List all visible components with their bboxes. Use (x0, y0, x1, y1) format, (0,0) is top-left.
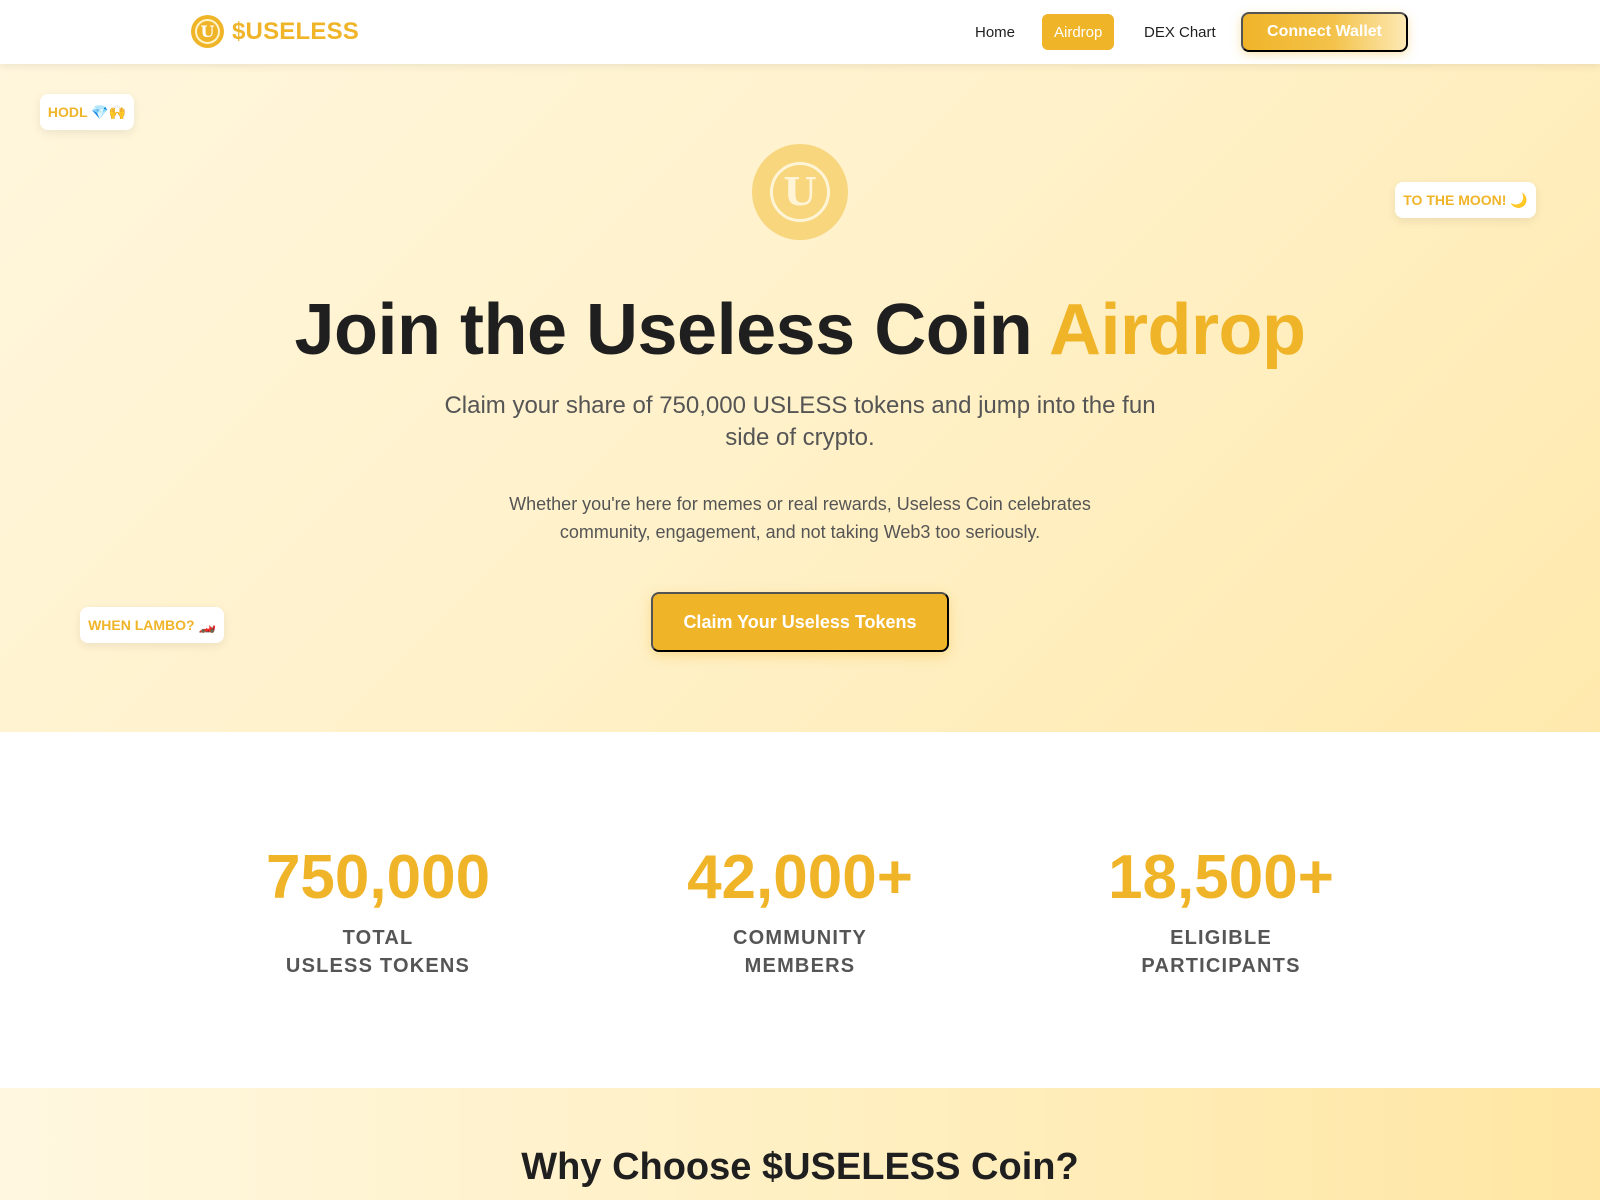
stat-total-tokens: 750,000 TOTAL USLESS TOKENS (198, 842, 558, 980)
hero-title-accent: Airdrop (1049, 290, 1306, 370)
coin-logo-icon: U (191, 15, 224, 48)
stat-label: TOTAL USLESS TOKENS (285, 927, 471, 977)
stat-community-members: 42,000+ COMMUNITY MEMBERS (620, 842, 980, 980)
nav-home-link[interactable]: Home (975, 14, 1015, 50)
hero-subtitle: Claim your share of 750,000 USLESS token… (444, 392, 1156, 451)
stat-label: COMMUNITY MEMBERS (732, 927, 868, 977)
hero-title: Join the Useless Coin Airdrop (0, 289, 1600, 371)
hero-section: HODL 💎🙌 TO THE MOON! 🌙 WHEN LAMBO? 🏎️ U … (0, 64, 1600, 732)
stats-section: 750,000 TOTAL USLESS TOKENS 42,000+ COMM… (0, 732, 1600, 1088)
logo[interactable]: U $USELESS (191, 15, 359, 48)
stat-value: 42,000+ (687, 843, 913, 912)
coin-logo-letter: U (195, 19, 220, 44)
why-section: Why Choose $USELESS Coin? (0, 1088, 1600, 1200)
why-title: Why Choose $USELESS Coin? (521, 1146, 1079, 1188)
hero-description: Whether you're here for memes or real re… (509, 494, 1091, 542)
nav-airdrop-link[interactable]: Airdrop (1042, 14, 1115, 50)
stat-label: ELIGIBLE PARTICIPANTS (1141, 927, 1301, 977)
hodl-tag: HODL 💎🙌 (40, 94, 134, 130)
site-header: U $USELESS Home Airdrop DEX Chart Connec… (0, 0, 1600, 64)
claim-tokens-button[interactable]: Claim Your Useless Tokens (651, 592, 949, 652)
when-lambo-tag: WHEN LAMBO? 🏎️ (80, 607, 224, 643)
stat-value: 750,000 (265, 843, 491, 912)
logo-text: $USELESS (232, 17, 359, 45)
hero-coin-letter: U (770, 162, 830, 222)
hero-title-main: Join the Useless Coin (294, 290, 1050, 370)
hero-coin-icon: U (752, 144, 848, 240)
connect-wallet-button[interactable]: Connect Wallet (1241, 12, 1408, 52)
stat-value: 18,500+ (1108, 843, 1334, 912)
stat-eligible-participants: 18,500+ ELIGIBLE PARTICIPANTS (1041, 842, 1401, 980)
to-the-moon-tag: TO THE MOON! 🌙 (1395, 182, 1536, 218)
nav-dex-chart-link[interactable]: DEX Chart (1144, 14, 1216, 50)
